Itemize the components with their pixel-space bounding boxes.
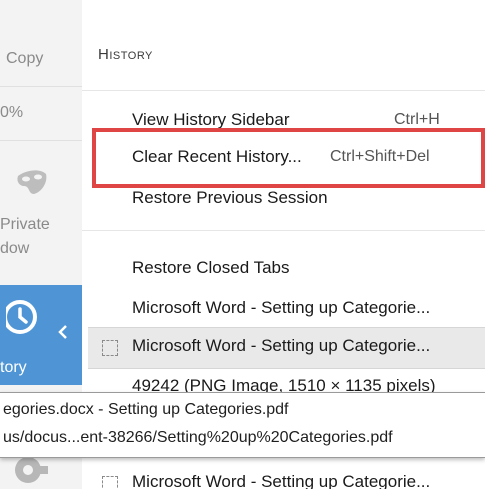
history-entry-hovered[interactable]: Microsoft Word - Setting up Categorie... (88, 327, 485, 369)
panel-title: History (98, 46, 153, 63)
page-placeholder-icon (102, 340, 118, 356)
private-window-label-line1[interactable]: Private (0, 216, 50, 234)
history-entry[interactable]: Microsoft Word - Setting up Categorie... (82, 468, 485, 489)
history-entry[interactable]: Microsoft Word - Setting up Categorie... (82, 294, 485, 324)
zoom-level-label: 0% (0, 104, 24, 121)
chevron-left-icon (58, 325, 67, 339)
page-placeholder-icon (102, 476, 118, 489)
private-window-label-line2[interactable]: dow (0, 240, 29, 258)
restore-previous-session-item[interactable]: Restore Previous Session (82, 184, 485, 214)
private-browsing-mask-icon[interactable] (12, 162, 52, 202)
view-history-sidebar-item[interactable]: View History Sidebar Ctrl+H (82, 106, 485, 136)
tooltip-url: us/docus...ent-38266/Setting%20up%20Cate… (3, 429, 393, 446)
panel-divider (82, 230, 485, 231)
strip-divider (0, 140, 82, 141)
panel-divider (82, 90, 485, 91)
copy-button-label[interactable]: Copy (6, 50, 43, 68)
strip-divider (0, 86, 82, 87)
history-entry-tooltip: egories.docx - Setting up Categories.pdf… (0, 392, 485, 458)
restore-closed-tabs-item[interactable]: Restore Closed Tabs (82, 254, 485, 284)
tooltip-title: egories.docx - Setting up Categories.pdf (3, 401, 289, 418)
history-clock-icon (6, 300, 37, 334)
firefox-menu-screenshot: Copy 0% Private dow tory HISTORY View Hi… (0, 0, 485, 489)
clear-recent-history-item[interactable]: Clear Recent History... Ctrl+Shift+Del (82, 143, 485, 173)
history-button-label: tory (0, 359, 27, 376)
history-button[interactable]: tory (0, 285, 82, 385)
history-entry-title: Microsoft Word - Setting up Categorie... (132, 336, 431, 355)
